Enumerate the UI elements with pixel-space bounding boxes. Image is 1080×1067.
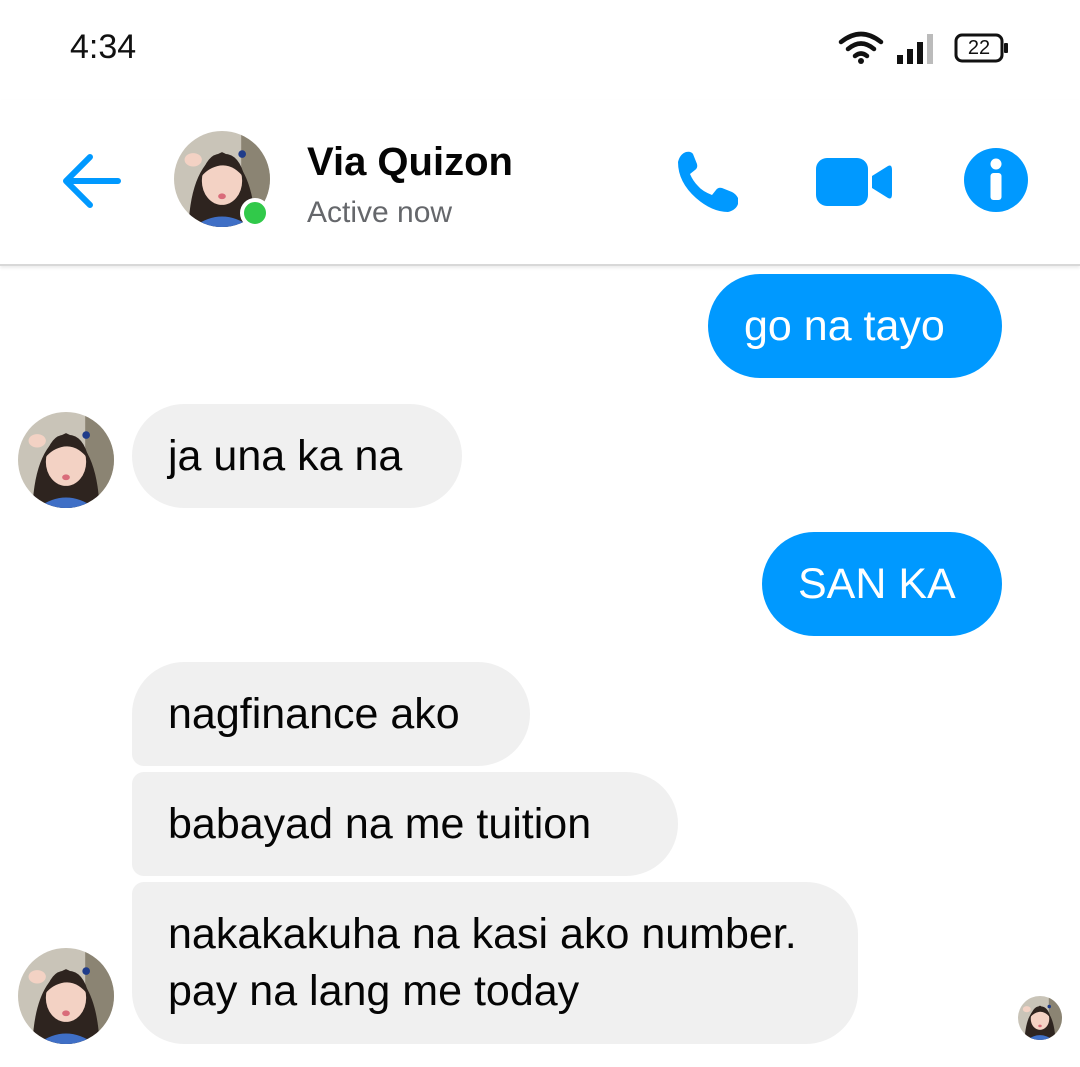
message-incoming[interactable]: nagfinance ako bbox=[132, 662, 530, 766]
message-text: SAN KA bbox=[798, 559, 956, 608]
online-indicator bbox=[240, 198, 270, 228]
battery-level: 22 bbox=[967, 37, 991, 59]
message-text: nagfinance ako bbox=[168, 689, 460, 738]
sender-avatar[interactable] bbox=[18, 412, 114, 508]
sender-avatar[interactable] bbox=[18, 948, 114, 1044]
info-icon[interactable] bbox=[962, 146, 1030, 214]
back-arrow-icon[interactable] bbox=[58, 148, 124, 214]
video-camera-icon[interactable] bbox=[814, 154, 894, 210]
message-incoming[interactable]: babayad na me tuition bbox=[132, 772, 678, 876]
signal-icon bbox=[897, 34, 933, 64]
message-text: go na tayo bbox=[744, 301, 945, 350]
contact-status: Active now bbox=[307, 196, 453, 229]
message-incoming[interactable]: nakakakuha na kasi ako number. pay na la… bbox=[132, 882, 858, 1044]
wifi-icon bbox=[838, 31, 884, 64]
phone-icon[interactable] bbox=[672, 146, 744, 218]
battery-icon: 22 bbox=[954, 33, 1010, 63]
conversation-header: Via Quizon Active now bbox=[0, 100, 1080, 266]
seen-receipt-avatar bbox=[1018, 996, 1062, 1040]
message-outgoing[interactable]: go na tayo bbox=[708, 274, 1002, 378]
status-time: 4:34 bbox=[70, 28, 137, 66]
message-text: nakakakuha na kasi ako number. pay na la… bbox=[168, 910, 797, 1015]
message-text: babayad na me tuition bbox=[168, 799, 592, 848]
contact-name[interactable]: Via Quizon bbox=[307, 140, 513, 185]
message-text: ja una ka na bbox=[168, 431, 403, 480]
status-bar: 4:34 22 bbox=[0, 0, 1080, 100]
message-outgoing[interactable]: SAN KA bbox=[762, 532, 1002, 636]
message-incoming[interactable]: ja una ka na bbox=[132, 404, 462, 508]
